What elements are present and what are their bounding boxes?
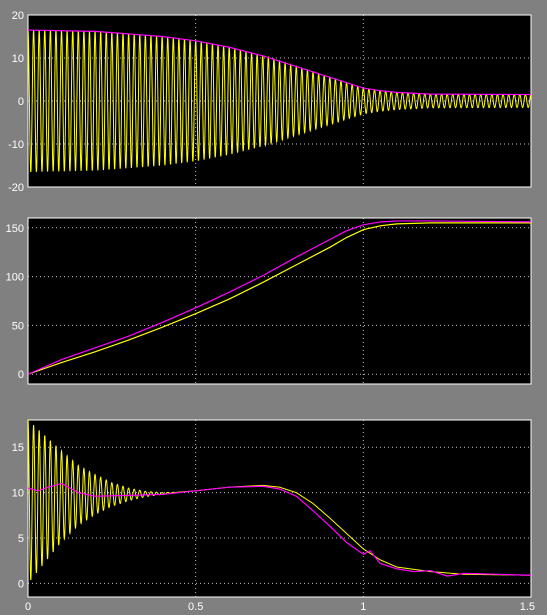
plot-area bbox=[27, 217, 532, 385]
y-tick-label: 0 bbox=[18, 578, 24, 590]
y-tick-label: 10 bbox=[12, 488, 24, 500]
y-tick-label: 20 bbox=[12, 10, 24, 22]
y-tick-label: -10 bbox=[8, 139, 24, 151]
x-tick-label: 1 bbox=[360, 601, 366, 613]
scope-panel-2: 150 100 50 0 bbox=[6, 217, 532, 385]
scope-figure: 20100-10-201501005000 0.5 1 1.5151050 bbox=[6, 10, 535, 613]
x-tick-label: 1.5 bbox=[520, 601, 535, 613]
y-tick-label: 100 bbox=[6, 272, 24, 284]
y-tick-label: 50 bbox=[12, 320, 24, 332]
y-tick-label: 10 bbox=[12, 53, 24, 65]
scope-panel-1: 20 10 0 -10 -20 bbox=[8, 10, 532, 194]
y-tick-label: 0 bbox=[18, 96, 24, 108]
x-tick-label: 0.5 bbox=[188, 601, 203, 613]
x-tick-label: 0 bbox=[25, 601, 31, 613]
y-tick-label: 15 bbox=[12, 442, 24, 454]
y-tick-label: 0 bbox=[18, 369, 24, 381]
y-tick-label: 5 bbox=[18, 533, 24, 545]
y-tick-label: 150 bbox=[6, 223, 24, 235]
y-tick-label: -20 bbox=[8, 182, 24, 194]
scope-panel-3: 0 0.5 1 1.5 15 10 5 0 bbox=[12, 419, 535, 613]
